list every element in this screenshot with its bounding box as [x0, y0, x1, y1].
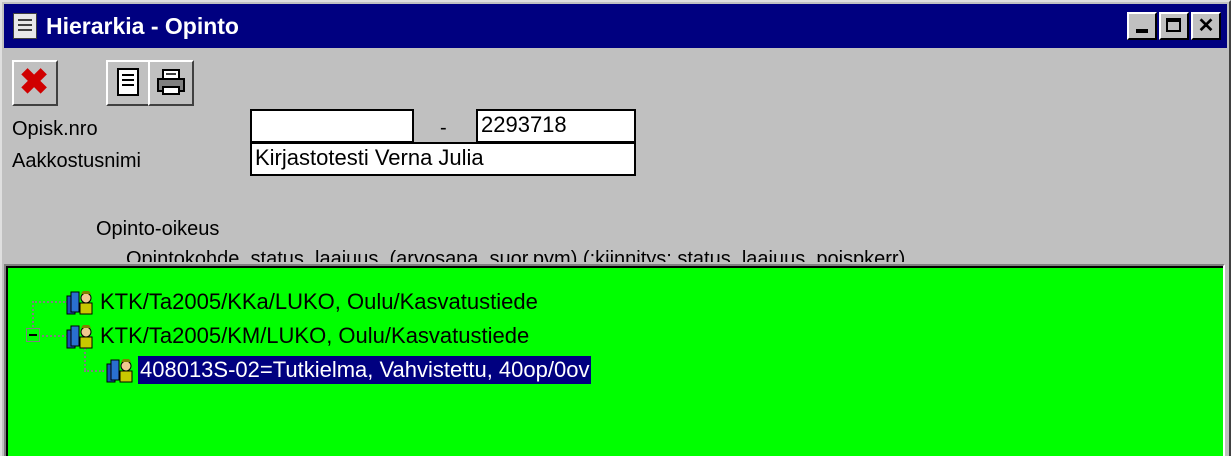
opinto-oikeus-label: Opinto-oikeus: [96, 218, 220, 240]
aakkostusnimi-field[interactable]: Kirjastotesti Verna Julia: [250, 142, 636, 176]
tree-node[interactable]: KTK/Ta2005/KM/LUKO, Oulu/Kasvatustiede: [66, 320, 531, 352]
student-books-icon: [66, 325, 93, 349]
tree-line: [38, 335, 68, 337]
caption-buttons: ✕: [1127, 12, 1221, 40]
close-window-button[interactable]: ✕: [1191, 12, 1221, 40]
column-header-clip: Opintokohde, status, laajuus, (arvosana,…: [2, 246, 1229, 262]
column-header: Opintokohde, status, laajuus, (arvosana,…: [126, 248, 906, 262]
tree-line: [32, 301, 68, 303]
window: Hierarkia - Opinto ✕ ✖ Opisk.nro - 22937…: [0, 0, 1231, 456]
printer-icon: [157, 69, 185, 95]
maximize-button[interactable]: [1159, 12, 1189, 40]
student-books-icon: [66, 291, 93, 315]
window-title: Hierarkia - Opinto: [46, 13, 239, 39]
tree-area: KTK/Ta2005/KKa/LUKO, Oulu/Kasvatustiede …: [6, 266, 1223, 456]
minimize-button[interactable]: [1127, 12, 1157, 40]
title-bar[interactable]: Hierarkia - Opinto ✕: [4, 4, 1227, 48]
tree-node-label: KTK/Ta2005/KM/LUKO, Oulu/Kasvatustiede: [100, 323, 530, 348]
opisk-nro-dash: -: [440, 117, 447, 139]
toolbar: ✖: [4, 54, 1227, 108]
close-icon: ✖: [19, 61, 50, 102]
tree-node-label: KTK/Ta2005/KKa/LUKO, Oulu/Kasvatustiede: [100, 289, 538, 314]
print-button[interactable]: [148, 60, 194, 106]
tree-node-selected[interactable]: 408013S-02=Tutkielma, Vahvistettu, 40op/…: [106, 354, 592, 386]
document-icon: [13, 13, 37, 39]
tree-node[interactable]: KTK/Ta2005/KKa/LUKO, Oulu/Kasvatustiede: [66, 286, 540, 318]
properties-button[interactable]: [106, 60, 152, 106]
properties-icon: [117, 68, 139, 96]
opisk-nro-prefix-field[interactable]: [250, 109, 414, 143]
tree-line: [84, 370, 104, 372]
opisk-nro-field[interactable]: 2293718: [476, 109, 636, 143]
student-books-icon: [106, 359, 133, 383]
opisk-nro-label: Opisk.nro: [12, 118, 98, 140]
collapse-toggle[interactable]: [26, 328, 40, 342]
hierarchy-tree[interactable]: KTK/Ta2005/KKa/LUKO, Oulu/Kasvatustiede …: [4, 264, 1225, 456]
aakkostusnimi-label: Aakkostusnimi: [12, 150, 141, 172]
tree-node-label: 408013S-02=Tutkielma, Vahvistettu, 40op/…: [138, 356, 592, 384]
close-button[interactable]: ✖: [12, 60, 58, 106]
